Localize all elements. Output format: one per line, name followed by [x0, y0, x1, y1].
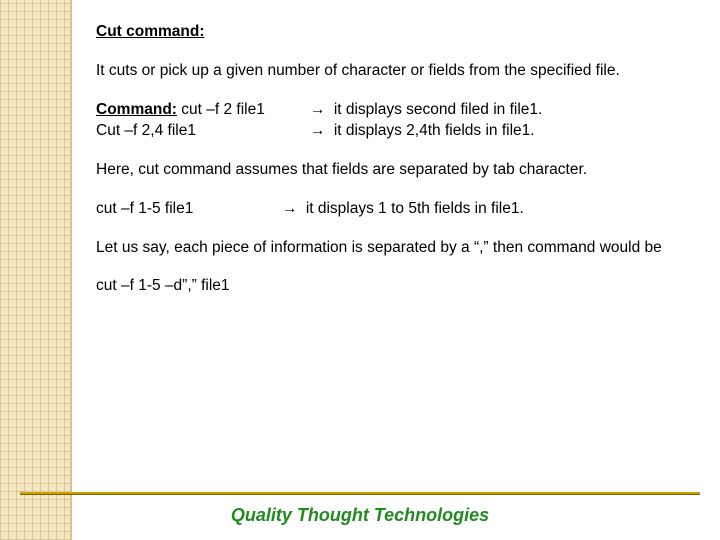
example-2-desc: it displays 2,4th fields in file1. [334, 122, 535, 139]
range-row: cut –f 1-5 file1 → it displays 1 to 5th … [96, 199, 696, 220]
slide: Cut command: It cuts or pick up a given … [0, 0, 720, 540]
example-row-2: Cut –f 2,4 file1 → it displays 2,4th fie… [96, 121, 696, 142]
left-pattern-stripe [0, 0, 72, 540]
assumption-note: Here, cut command assumes that fields ar… [96, 160, 696, 181]
range-cmd: cut –f 1-5 file1 [96, 199, 278, 220]
arrow-icon: → [310, 100, 326, 121]
example-1-cmd: cut –f 2 file1 [181, 101, 265, 118]
intro-paragraph: It cuts or pick up a given number of cha… [96, 61, 696, 82]
example-1-right: → it displays second filed in file1. [306, 100, 542, 121]
range-example: cut –f 1-5 file1 → it displays 1 to 5th … [96, 199, 696, 220]
arrow-icon: → [310, 121, 326, 142]
delimiter-intro: Let us say, each piece of information is… [96, 238, 696, 259]
example-1-left: Command: cut –f 2 file1 [96, 100, 306, 121]
footer-brand: Quality Thought Technologies [0, 505, 720, 526]
slide-title: Cut command: [96, 22, 696, 43]
example-2-right: → it displays 2,4th fields in file1. [306, 121, 535, 142]
example-1-desc: it displays second filed in file1. [334, 101, 543, 118]
command-examples: Command: cut –f 2 file1 → it displays se… [96, 100, 696, 142]
example-row-1: Command: cut –f 2 file1 → it displays se… [96, 100, 696, 121]
arrow-icon: → [282, 199, 298, 220]
range-desc: it displays 1 to 5th fields in file1. [306, 200, 524, 217]
footer-rule [20, 492, 700, 494]
example-2-cmd: Cut –f 2,4 file1 [96, 121, 306, 142]
slide-content: Cut command: It cuts or pick up a given … [96, 22, 696, 315]
range-right: → it displays 1 to 5th fields in file1. [278, 199, 524, 220]
command-label: Command: [96, 101, 177, 118]
delimiter-command: cut –f 1-5 –d”,” file1 [96, 276, 696, 297]
